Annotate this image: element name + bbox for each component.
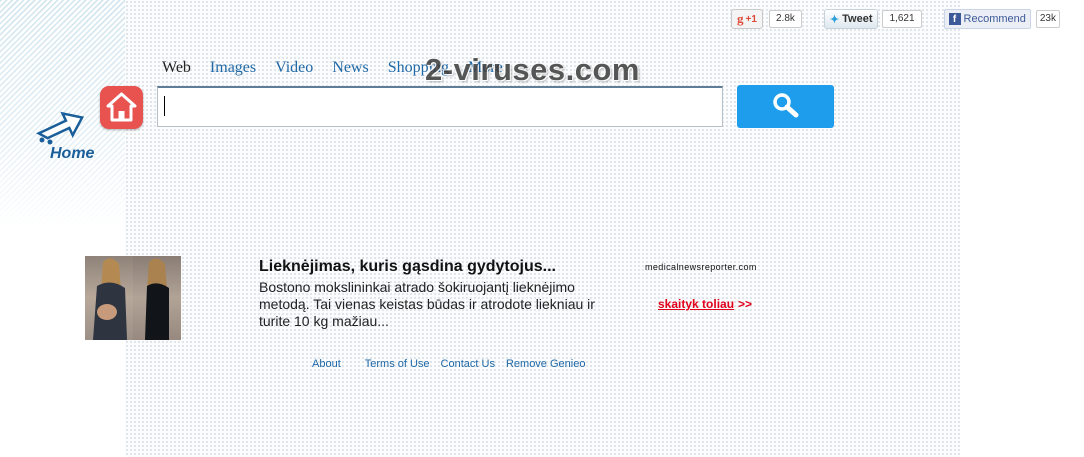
tab-web[interactable]: Web bbox=[162, 59, 191, 77]
read-more-arrows: >> bbox=[738, 297, 753, 311]
magnifier-icon bbox=[772, 93, 798, 118]
ad-description: Bostono mokslininkai atrado šokiruojantį… bbox=[259, 279, 595, 329]
ad-photo-before bbox=[85, 256, 133, 340]
footer-about-link[interactable]: About bbox=[312, 358, 341, 370]
footer-contact-link[interactable]: Contact Us bbox=[441, 358, 495, 370]
arrow-cart-icon bbox=[35, 111, 85, 145]
home-button[interactable] bbox=[100, 86, 143, 129]
search-input[interactable] bbox=[157, 86, 723, 127]
ad-photo-after bbox=[133, 256, 181, 340]
footer-links: About Terms of Use Contact Us Remove Gen… bbox=[312, 358, 585, 370]
google-plus-count: 2.8k bbox=[769, 10, 802, 28]
google-plus-label: +1 bbox=[745, 13, 757, 25]
text-caret bbox=[164, 96, 165, 116]
facebook-icon: f bbox=[948, 13, 961, 25]
home-logo-label: Home bbox=[50, 145, 95, 162]
tweet-button[interactable]: ✦ Tweet bbox=[823, 9, 879, 29]
facebook-recommend-button[interactable]: f Recommend bbox=[943, 9, 1031, 29]
read-more-link[interactable]: skaityk toliau >> bbox=[658, 297, 752, 311]
tab-images[interactable]: Images bbox=[210, 59, 256, 77]
ad-source: medicalnewsreporter.com bbox=[645, 262, 757, 272]
ad-title[interactable]: Lieknėjimas, kuris gąsdina gydytojus... bbox=[259, 258, 556, 276]
tab-video[interactable]: Video bbox=[275, 59, 313, 77]
google-plus-button[interactable]: g +1 bbox=[731, 9, 763, 29]
facebook-recommend-label: Recommend bbox=[963, 13, 1026, 25]
facebook-count: 23k bbox=[1035, 10, 1060, 28]
footer-remove-genieo-link[interactable]: Remove Genieo bbox=[506, 358, 586, 370]
social-share-bar: g +1 2.8k ✦ Tweet 1,621 f Recommend 23k bbox=[731, 9, 1060, 29]
google-plus-icon: g bbox=[737, 11, 744, 26]
watermark: 2-viruses.com bbox=[425, 52, 640, 87]
ad-image[interactable] bbox=[85, 256, 181, 340]
read-more-label: skaityk toliau bbox=[658, 297, 735, 311]
search-button[interactable] bbox=[737, 85, 834, 128]
tweet-label: Tweet bbox=[842, 13, 873, 25]
tweet-count: 1,621 bbox=[882, 10, 922, 28]
twitter-bird-icon: ✦ bbox=[829, 13, 840, 26]
house-icon bbox=[106, 92, 137, 122]
footer-terms-link[interactable]: Terms of Use bbox=[365, 358, 430, 370]
tab-news[interactable]: News bbox=[332, 59, 368, 77]
